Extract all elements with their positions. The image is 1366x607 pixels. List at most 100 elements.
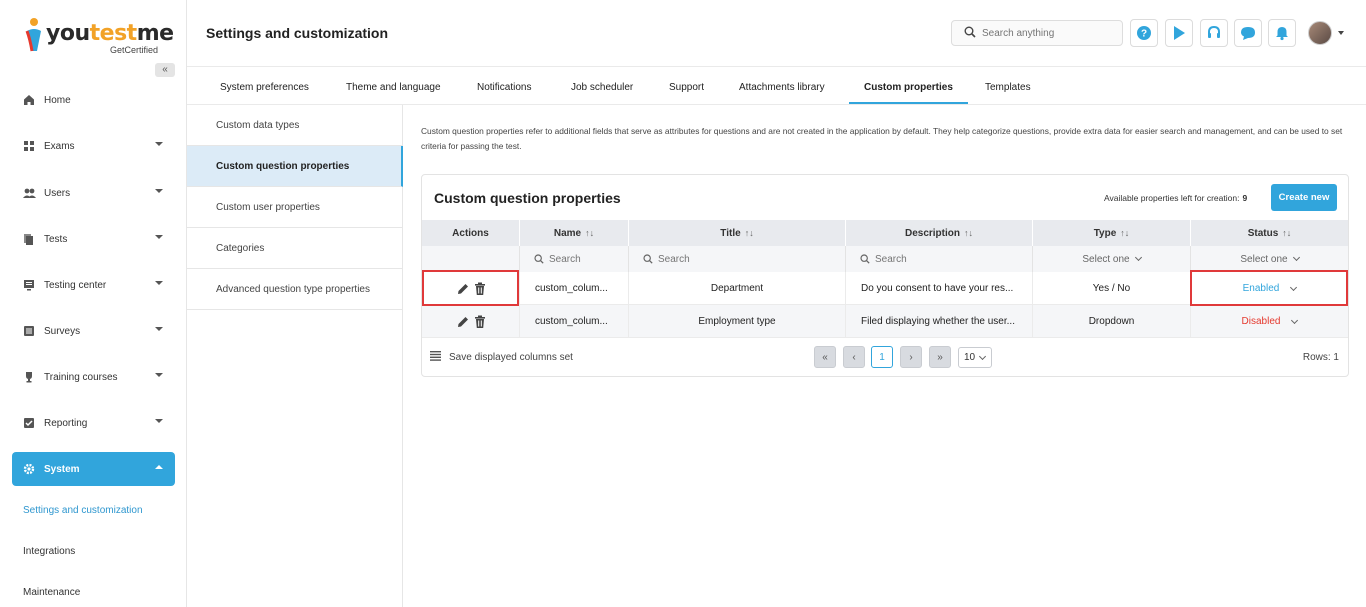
column-header-actions: Actions (422, 220, 520, 246)
chevron-down-icon (979, 352, 987, 360)
avatar[interactable] (1308, 21, 1332, 45)
subnav-categories[interactable]: Categories (187, 228, 403, 269)
prev-page-button[interactable]: ‹ (843, 346, 865, 368)
next-page-button[interactable]: › (900, 346, 922, 368)
filter-name[interactable] (520, 246, 629, 272)
column-header-name[interactable]: Name ↑↓ (520, 220, 629, 246)
trash-icon[interactable] (474, 282, 486, 296)
edit-icon[interactable] (456, 315, 470, 329)
chevron-down-icon (155, 327, 163, 331)
chat-button[interactable] (1234, 19, 1262, 47)
trash-icon[interactable] (474, 315, 486, 329)
support-button[interactable] (1200, 19, 1228, 47)
logo-mark-icon (25, 18, 41, 52)
sidebar-item-tests[interactable]: Tests (12, 222, 175, 256)
search-input[interactable] (875, 253, 945, 265)
last-page-button[interactable]: » (929, 346, 951, 368)
page-description: Custom question properties refer to addi… (421, 126, 1343, 151)
headset-icon (1208, 25, 1220, 38)
sort-icon[interactable]: ↑↓ (964, 228, 973, 238)
sidebar: youtestme GetCertified « Home Exams User… (0, 0, 187, 607)
sidebar-item-surveys[interactable]: Surveys (12, 314, 175, 348)
sidebar-item-system[interactable]: System (12, 452, 175, 486)
subnav-custom-user-properties[interactable]: Custom user properties (187, 187, 403, 228)
row-actions (422, 272, 520, 305)
filter-title[interactable] (629, 246, 846, 272)
custom-properties-card: Custom question properties Available pro… (421, 174, 1349, 377)
tab-support[interactable]: Support (669, 82, 704, 93)
chat-icon (1241, 27, 1255, 40)
chevron-down-icon (1290, 283, 1298, 291)
sidebar-subitem-settings[interactable]: Settings and customization (23, 505, 143, 516)
filter-status-select[interactable]: Select one (1191, 246, 1348, 272)
chevron-down-icon (155, 189, 163, 193)
sidebar-item-reporting[interactable]: Reporting (12, 406, 175, 440)
column-header-title[interactable]: Title ↑↓ (629, 220, 846, 246)
row-actions (422, 305, 520, 338)
page-button-current[interactable]: 1 (871, 346, 893, 368)
subnav-custom-data-types[interactable]: Custom data types (187, 105, 403, 146)
table-footer: Save displayed columns set « ‹ 1 › » 10 … (422, 338, 1348, 376)
search-icon (860, 254, 870, 264)
filter-row: Select one Select one (422, 246, 1348, 272)
sidebar-item-training-courses[interactable]: Training courses (12, 360, 175, 394)
sidebar-collapse-button[interactable]: « (155, 63, 175, 77)
column-header-description[interactable]: Description ↑↓ (846, 220, 1033, 246)
tab-job-scheduler[interactable]: Job scheduler (571, 82, 633, 93)
chevron-left-icon: ‹ (852, 351, 856, 363)
sidebar-item-home[interactable]: Home (12, 83, 175, 117)
tab-notifications[interactable]: Notifications (477, 82, 531, 93)
tab-theme-language[interactable]: Theme and language (346, 82, 441, 93)
create-new-button[interactable]: Create new (1271, 184, 1337, 211)
sidebar-item-exams[interactable]: Exams (12, 129, 175, 163)
sidebar-item-label: Exams (44, 140, 75, 152)
subnav-advanced-question-type-properties[interactable]: Advanced question type properties (187, 269, 403, 310)
page-size-select[interactable]: 10 (958, 347, 992, 368)
sidebar-item-label: System (44, 463, 80, 475)
chevron-down-icon (155, 419, 163, 423)
column-header-status[interactable]: Status ↑↓ (1191, 220, 1348, 246)
sort-icon[interactable]: ↑↓ (585, 228, 594, 238)
testing-center-icon (22, 278, 36, 292)
column-header-type[interactable]: Type ↑↓ (1033, 220, 1191, 246)
reporting-icon (22, 416, 36, 430)
sidebar-subitem-maintenance[interactable]: Maintenance (23, 587, 80, 598)
filter-description[interactable] (846, 246, 1033, 272)
save-columns-button[interactable]: Save displayed columns set (430, 351, 573, 364)
search-input[interactable] (658, 253, 728, 265)
chevron-down-icon[interactable] (1338, 31, 1344, 35)
notifications-button[interactable] (1268, 19, 1296, 47)
first-page-button[interactable]: « (814, 346, 836, 368)
cell-title: Department (629, 272, 846, 305)
chevron-right-icon: › (909, 351, 913, 363)
sort-icon[interactable]: ↑↓ (745, 228, 754, 238)
logo[interactable]: youtestme GetCertified (24, 17, 174, 57)
search-input[interactable] (549, 253, 619, 265)
svg-text:?: ? (1141, 29, 1147, 40)
subnav-custom-question-properties[interactable]: Custom question properties (187, 146, 403, 187)
search-input[interactable] (982, 27, 1112, 39)
sidebar-item-testing-center[interactable]: Testing center (12, 268, 175, 302)
filter-type-select[interactable]: Select one (1033, 246, 1191, 272)
users-icon (22, 186, 36, 200)
double-chevron-left-icon: « (822, 351, 828, 363)
sort-icon[interactable]: ↑↓ (1282, 228, 1291, 238)
global-search[interactable] (951, 20, 1123, 46)
tab-system-preferences[interactable]: System preferences (220, 82, 309, 93)
sidebar-subitem-integrations[interactable]: Integrations (23, 546, 75, 557)
edit-icon[interactable] (456, 282, 470, 296)
tab-custom-properties[interactable]: Custom properties (864, 82, 953, 93)
sidebar-item-label: Tests (44, 233, 68, 245)
sidebar-item-users[interactable]: Users (12, 176, 175, 210)
status-select[interactable]: Disabled (1191, 305, 1348, 338)
sidebar-item-label: Home (44, 94, 71, 106)
play-tutorial-button[interactable] (1165, 19, 1193, 47)
search-icon (643, 254, 653, 264)
help-button[interactable]: ? (1130, 19, 1158, 47)
tab-templates[interactable]: Templates (985, 82, 1031, 93)
status-select[interactable]: Enabled (1191, 272, 1348, 305)
play-icon (1174, 26, 1185, 40)
tab-attachments-library[interactable]: Attachments library (739, 82, 825, 93)
rows-count: Rows: 1 (1302, 352, 1339, 363)
sort-icon[interactable]: ↑↓ (1120, 228, 1129, 238)
